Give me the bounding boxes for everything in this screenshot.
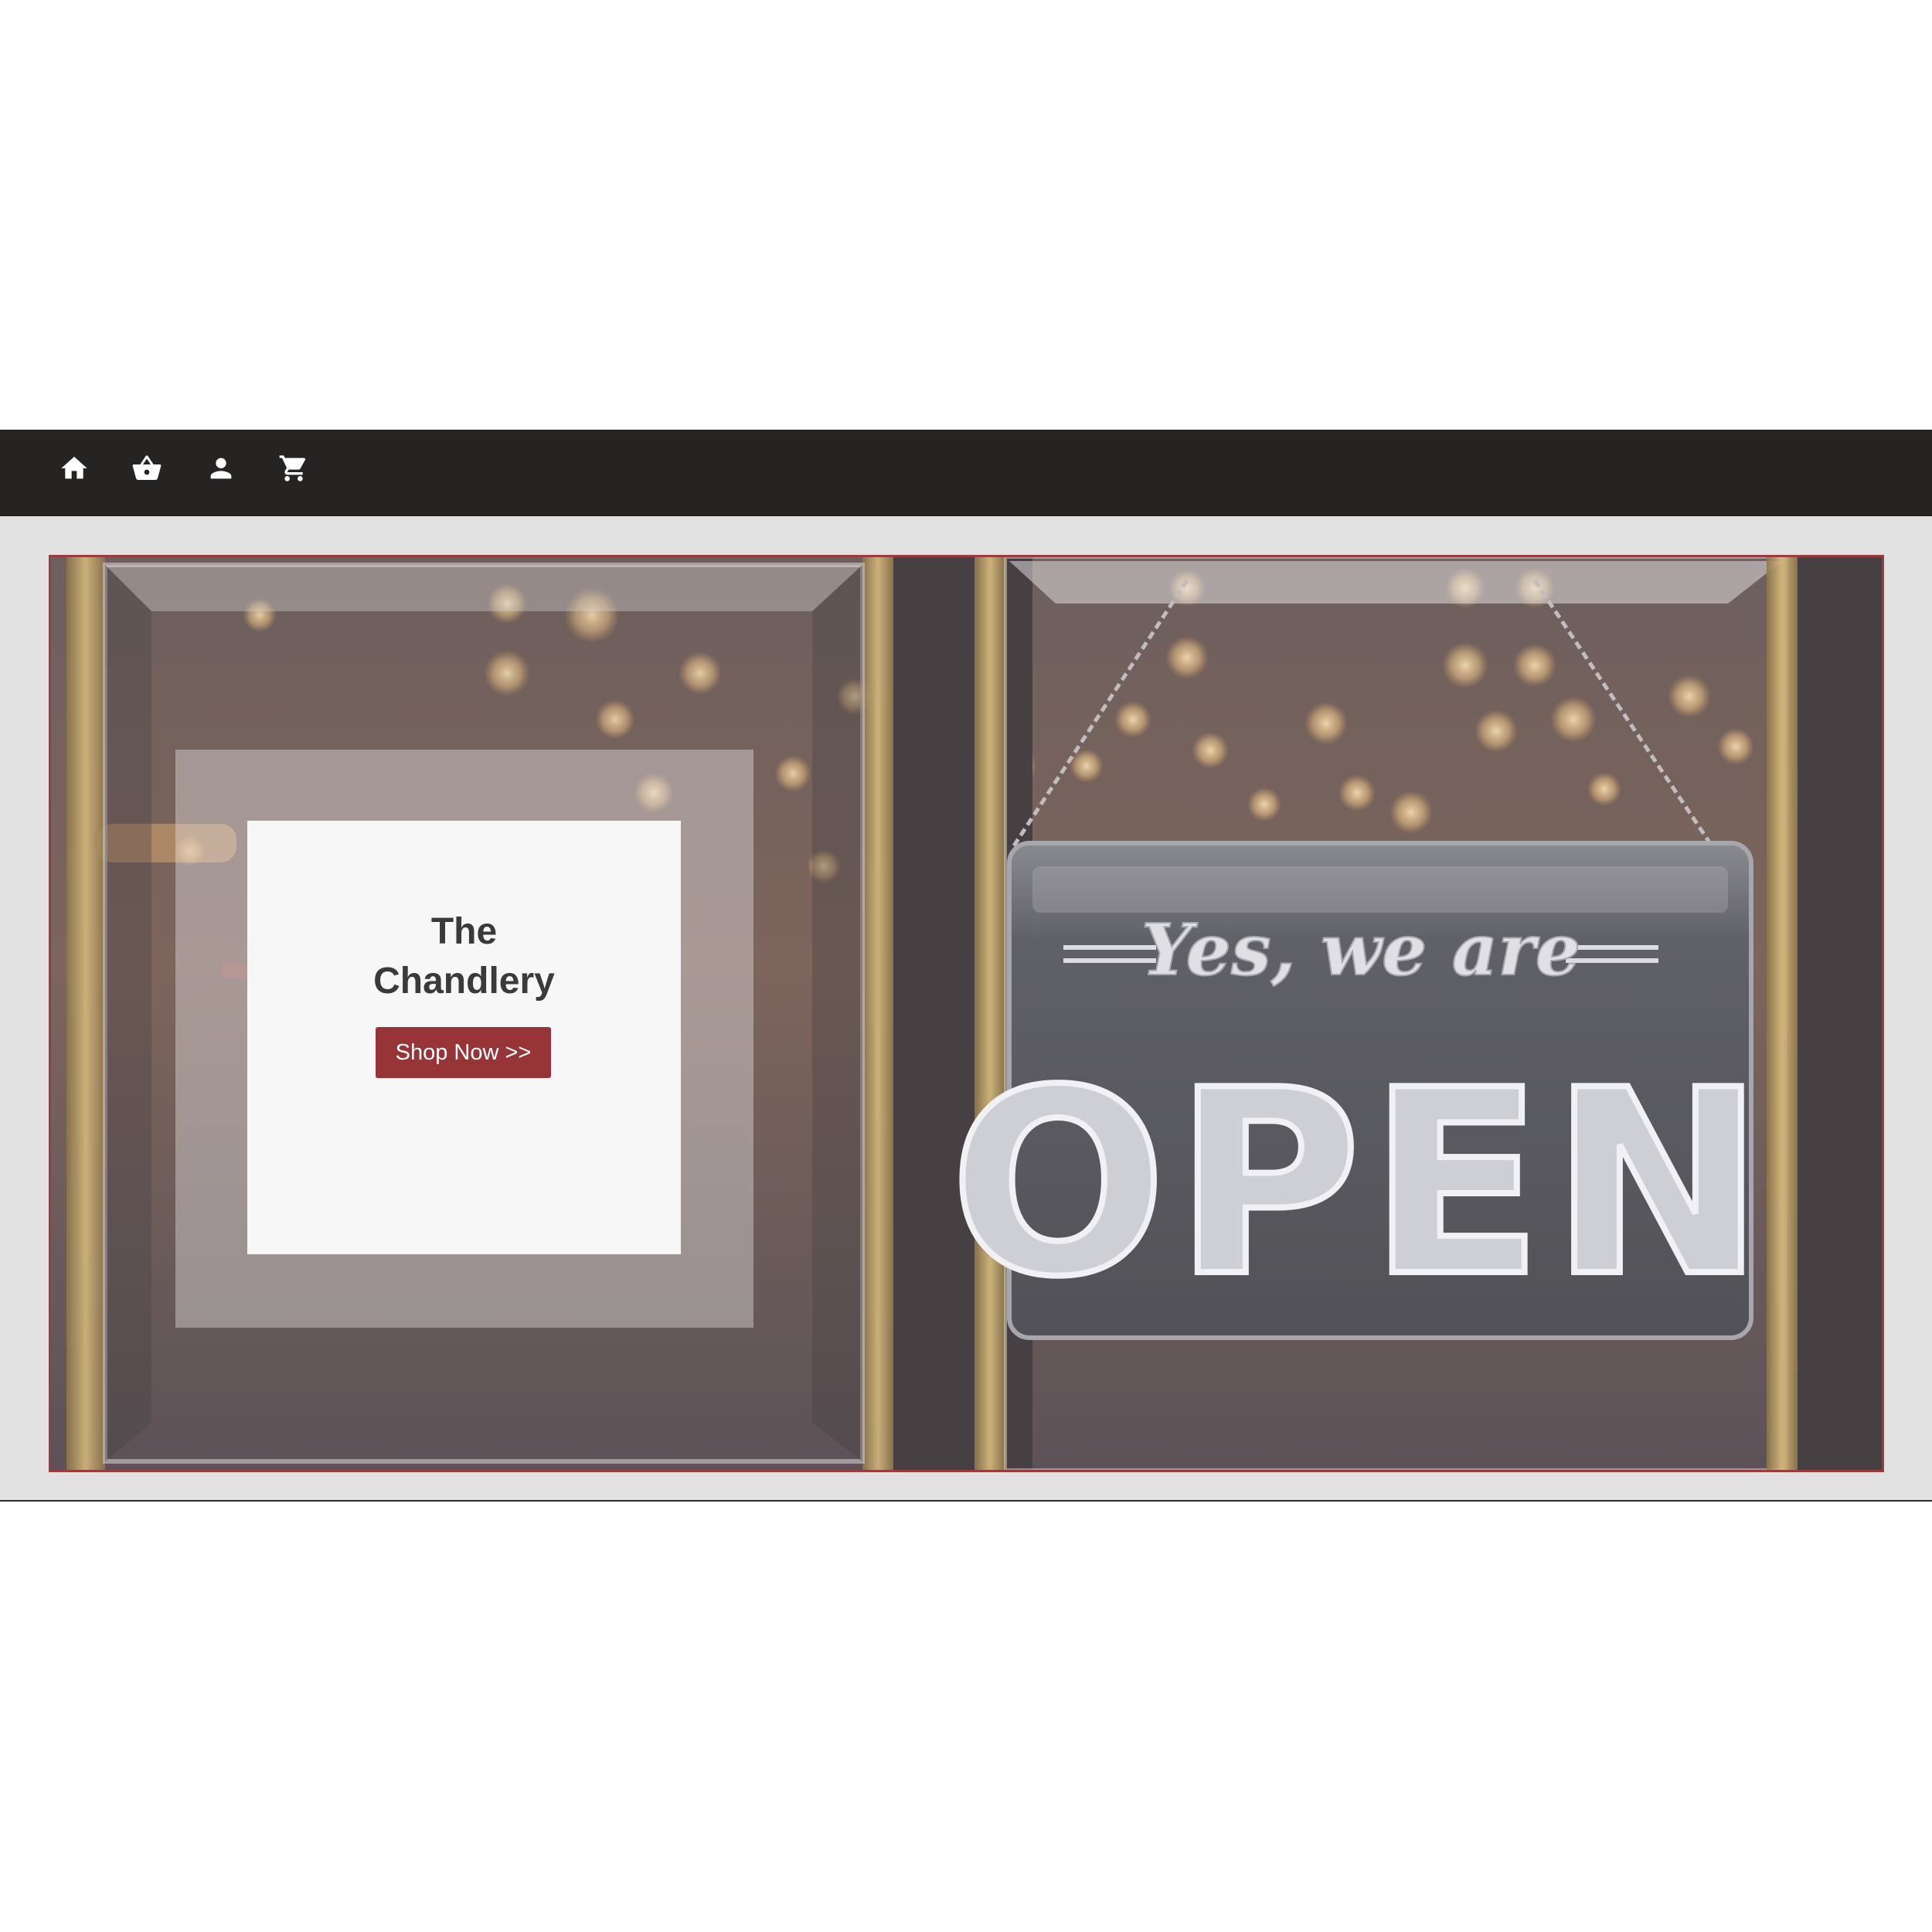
basket-icon[interactable] xyxy=(130,451,164,485)
cart-icon[interactable] xyxy=(277,451,311,485)
user-icon[interactable] xyxy=(204,451,238,485)
page: Yes, we are OPEN The Chandlery Shop Now … xyxy=(0,0,1932,1932)
store-title: The Chandlery xyxy=(373,911,555,1002)
shop-now-button[interactable]: Shop Now >> xyxy=(376,1027,551,1078)
home-icon[interactable] xyxy=(57,451,91,485)
hero-card: The Chandlery Shop Now >> xyxy=(247,821,681,1254)
